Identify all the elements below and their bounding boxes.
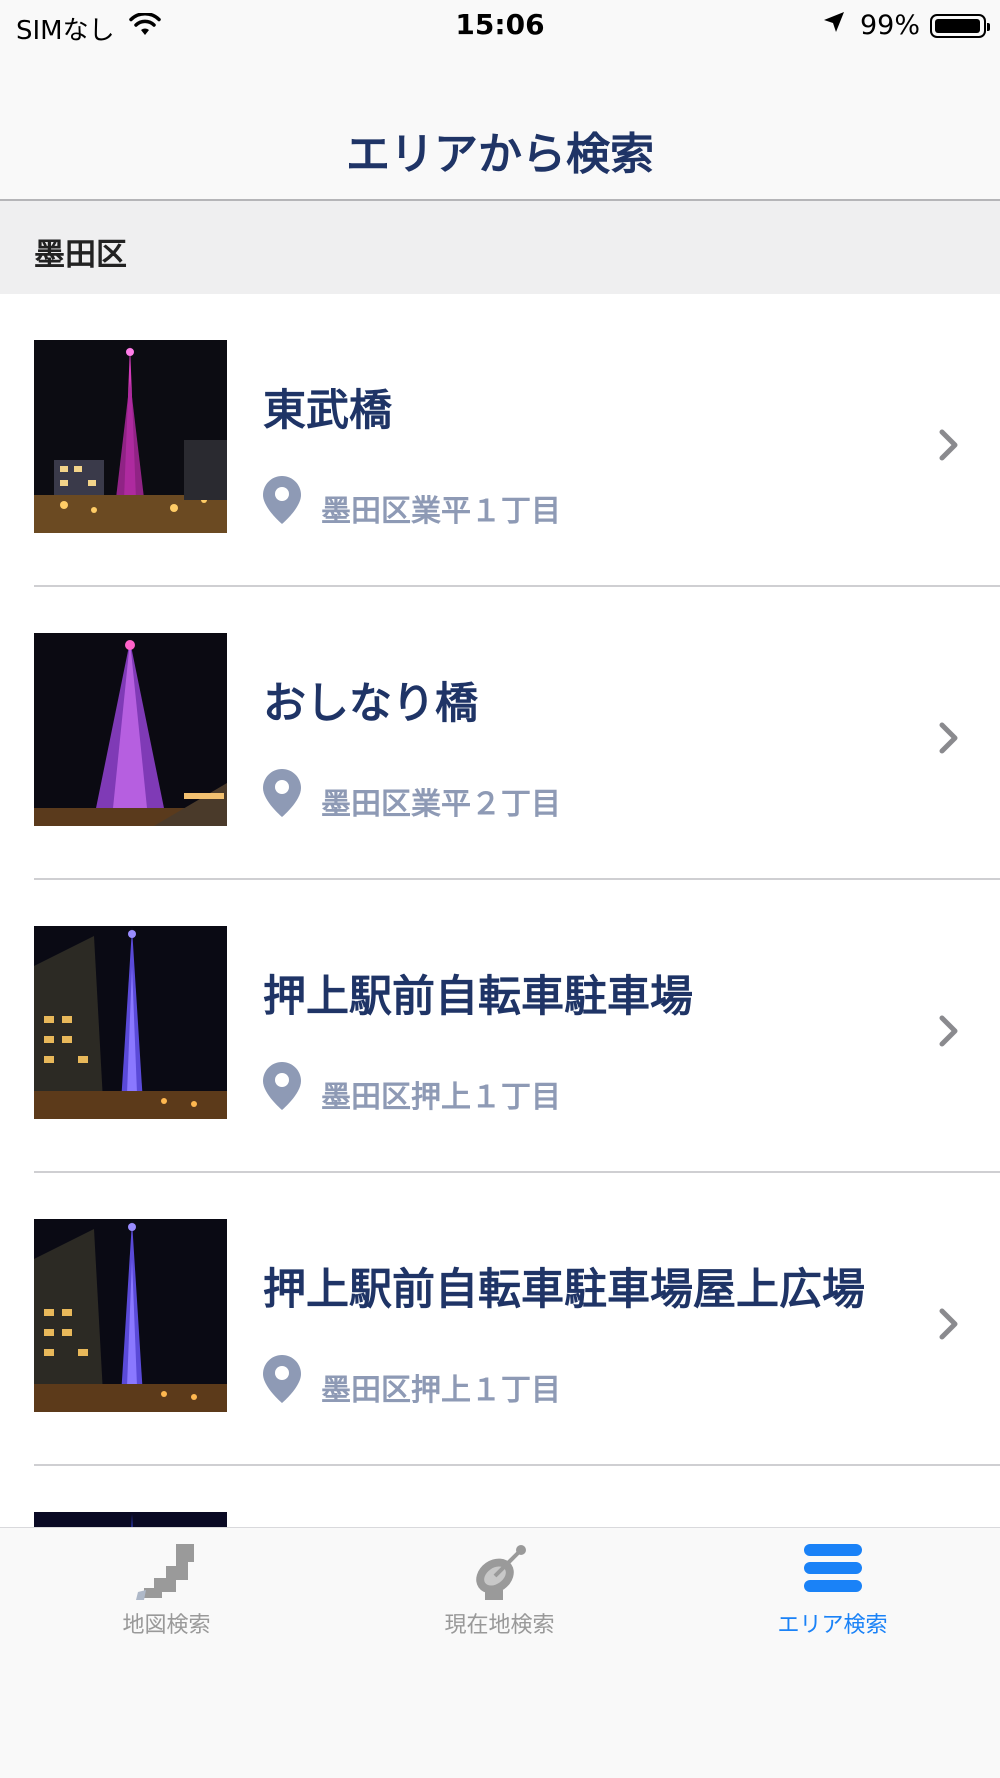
list-item[interactable]: 押上駅前自転車駐車場 墨田区押上１丁目 <box>0 880 1000 1173</box>
page-title: エリアから検索 <box>346 129 654 180</box>
tab-bar: 地図検索 現在地検索 エリア検索 <box>0 1527 1000 1778</box>
navigation-bar: エリアから検索 <box>0 56 1000 201</box>
spot-address: 墨田区押上１丁目 <box>321 1373 561 1408</box>
status-right: 99% <box>822 10 990 41</box>
spot-address: 墨田区業平１丁目 <box>321 494 561 529</box>
spot-address: 墨田区押上１丁目 <box>321 1080 561 1115</box>
chevron-right-icon <box>938 428 960 466</box>
list-item[interactable]: 東武橋 墨田区業平１丁目 <box>0 294 1000 587</box>
section-title: 墨田区 <box>34 237 127 273</box>
tab-label: 地図検索 <box>122 1613 211 1638</box>
list-item[interactable]: おしなり橋 墨田区業平２丁目 <box>0 587 1000 880</box>
spot-name: 押上駅前自転車駐車場屋上広場 <box>263 1265 865 1315</box>
location-arrow-icon <box>822 10 846 41</box>
spot-thumbnail <box>34 1219 227 1412</box>
list-item[interactable] <box>0 1466 1000 1527</box>
location-pin-icon <box>263 769 301 821</box>
battery-icon <box>930 13 990 38</box>
satellite-dish-icon <box>467 1540 533 1606</box>
section-header: 墨田区 <box>0 201 1000 294</box>
spot-list[interactable]: 東武橋 墨田区業平１丁目 おしなり橋 墨田区業平２丁目 押上駅前自転車駐車場 墨… <box>0 294 1000 1527</box>
chevron-right-icon <box>938 1307 960 1345</box>
spot-thumbnail <box>34 633 227 826</box>
spot-name: 東武橋 <box>263 386 392 436</box>
tab-map-search[interactable]: 地図検索 <box>0 1528 333 1648</box>
location-pin-icon <box>263 1355 301 1407</box>
chevron-right-icon <box>938 721 960 759</box>
battery-percent: 99% <box>859 10 920 41</box>
status-bar: SIMなし 15:06 99% <box>0 0 1000 56</box>
spot-address: 墨田区業平２丁目 <box>321 787 561 822</box>
spot-name: おしなり橋 <box>263 679 478 729</box>
list-stack-icon <box>802 1540 864 1600</box>
spot-thumbnail <box>34 340 227 533</box>
spot-name: 押上駅前自転車駐車場 <box>263 972 693 1022</box>
location-pin-icon <box>263 476 301 528</box>
spot-thumbnail <box>34 1512 227 1527</box>
list-item[interactable]: 押上駅前自転車駐車場屋上広場 墨田区押上１丁目 <box>0 1173 1000 1466</box>
chevron-right-icon <box>938 1014 960 1052</box>
spot-thumbnail <box>34 926 227 1119</box>
tab-label: エリア検索 <box>777 1613 888 1638</box>
tab-area-search[interactable]: エリア検索 <box>666 1528 999 1648</box>
location-pin-icon <box>263 1062 301 1114</box>
tab-label: 現在地検索 <box>444 1613 555 1638</box>
tab-current-location-search[interactable]: 現在地検索 <box>333 1528 666 1648</box>
japan-map-icon <box>132 1540 202 1606</box>
